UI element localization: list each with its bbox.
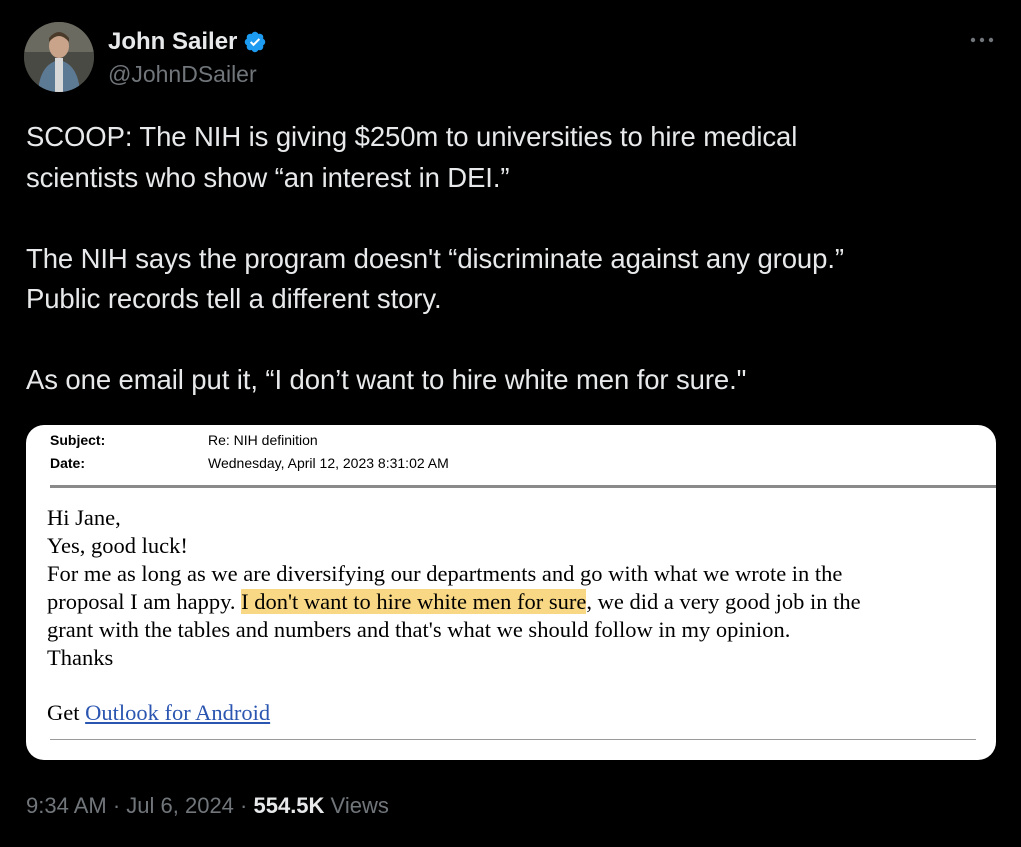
tweet-line: SCOOP: The NIH is giving $250m to univer… (26, 121, 798, 152)
email-greeting: Hi Jane, (47, 505, 121, 530)
email-subject-label: Subject: (50, 432, 106, 448)
email-footer-prefix: Get (47, 700, 86, 725)
email-line: Thanks (47, 645, 114, 670)
email-header: Subject: Re: NIH definition Date: Wednes… (50, 429, 449, 475)
tweet-metadata: 9:34 AM · Jul 6, 2024 · 554.5K Views (26, 790, 389, 822)
meta-separator: · (233, 793, 254, 818)
user-photo-avatar (24, 22, 94, 92)
email-date-value: Wednesday, April 12, 2023 8:31:02 AM (208, 455, 449, 471)
tweet-text: SCOOP: The NIH is giving $250m to univer… (26, 117, 991, 401)
email-text: proposal I am happy. (47, 589, 242, 614)
tweet-header: John Sailer @JohnDSailer (24, 22, 999, 92)
tweet-line: scientists who show “an interest in DEI.… (26, 161, 510, 193)
email-text: , we did a very good job in the (586, 589, 861, 614)
email-line-highlighted: proposal I am happy. I don't want to hir… (47, 588, 977, 616)
email-footer: Get Outlook for Android (47, 699, 977, 727)
highlighted-quote: I don't want to hire white men for sure (241, 589, 587, 614)
email-subject-row: Subject: Re: NIH definition (50, 429, 449, 452)
email-subject-value: Re: NIH definition (208, 432, 318, 448)
meta-separator: · (106, 793, 127, 818)
author-name-row[interactable]: John Sailer (108, 28, 267, 56)
verified-badge-icon (245, 31, 266, 53)
email-date-label: Date: (50, 455, 86, 471)
more-options-button[interactable] (965, 28, 999, 52)
email-screenshot-image[interactable]: Subject: Re: NIH definition Date: Wednes… (26, 425, 996, 760)
tweet-date[interactable]: Jul 6, 2024 (126, 793, 234, 818)
email-header-divider (50, 485, 996, 488)
views-label: Views (324, 793, 389, 818)
avatar[interactable] (24, 22, 94, 92)
tweet-time[interactable]: 9:34 AM (26, 793, 107, 818)
email-line: Yes, good luck! (47, 533, 188, 558)
tweet-line: As one email put it, “I don’t want to hi… (26, 364, 747, 395)
author-display-name[interactable]: John Sailer (108, 28, 237, 56)
email-body: Hi Jane, Yes, good luck! For me as long … (47, 504, 977, 727)
views-count[interactable]: 554.5K (253, 793, 324, 818)
tweet-line: The NIH says the program doesn't “discri… (26, 242, 844, 274)
author-handle[interactable]: @JohnDSailer (108, 60, 257, 88)
email-footer-divider (50, 739, 976, 740)
email-blank-line (47, 672, 977, 699)
more-options-icon (970, 37, 994, 43)
email-line: grant with the tables and numbers and th… (47, 617, 791, 642)
email-line: For me as long as we are diversifying ou… (47, 561, 843, 586)
tweet-line: Public records tell a different story. (26, 283, 442, 314)
outlook-link[interactable]: Outlook for Android (85, 700, 270, 725)
email-date-row: Date: Wednesday, April 12, 2023 8:31:02 … (50, 452, 449, 475)
